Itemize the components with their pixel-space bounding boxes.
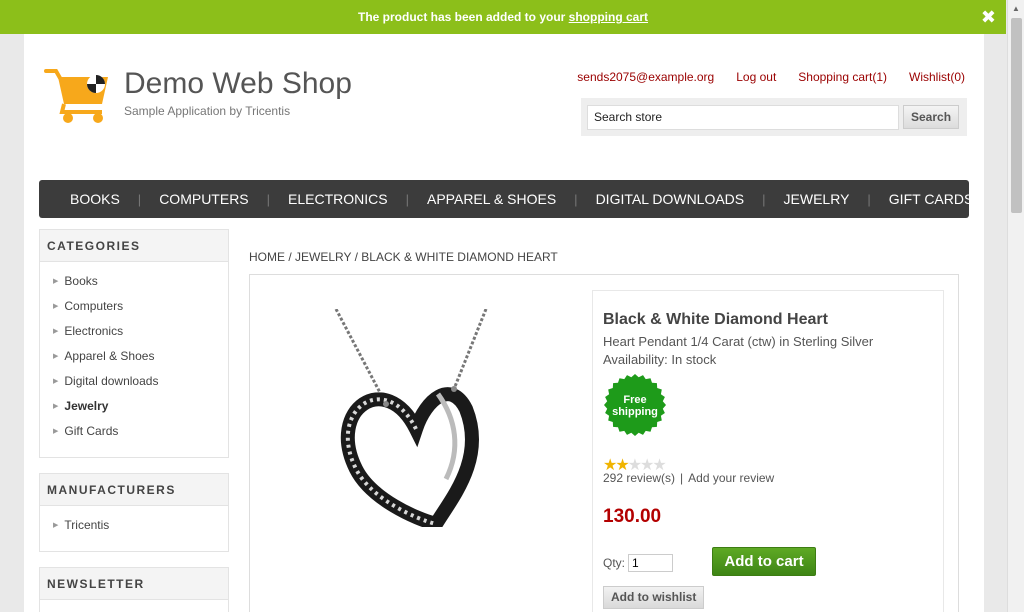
category-item-books[interactable]: ▶ Books bbox=[53, 269, 228, 294]
triangle-right-icon: ▶ bbox=[53, 353, 59, 360]
menu-item-digital-downloads[interactable]: DIGITAL DOWNLOADS bbox=[578, 180, 763, 218]
manufacturer-item-tricentis[interactable]: ▶ Tricentis bbox=[53, 513, 228, 538]
breadcrumb-current: BLACK & WHITE DIAMOND HEART bbox=[361, 250, 558, 264]
scrollbar-thumb[interactable] bbox=[1011, 18, 1022, 213]
product-image[interactable] bbox=[326, 309, 496, 527]
reviews-line: 292 review(s) | Add your review bbox=[603, 471, 774, 485]
category-item-computers[interactable]: ▶ Computers bbox=[53, 294, 228, 319]
close-icon[interactable]: ✖ bbox=[981, 0, 996, 34]
menu-item-gift-cards[interactable]: GIFT CARDS bbox=[871, 180, 992, 218]
shopping-cart-link[interactable]: Shopping cart(1) bbox=[798, 70, 887, 84]
triangle-right-icon: ▶ bbox=[53, 278, 59, 285]
triangle-right-icon: ▶ bbox=[53, 378, 59, 385]
triangle-right-icon: ▶ bbox=[53, 428, 59, 435]
newsletter-title: NEWSLETTER bbox=[40, 568, 228, 600]
product-short-description: Heart Pendant 1/4 Carat (ctw) in Sterlin… bbox=[603, 334, 874, 349]
menu-item-books[interactable]: BOOKS bbox=[52, 180, 138, 218]
triangle-right-icon: ▶ bbox=[53, 328, 59, 335]
free-shipping-text-2: shipping bbox=[612, 406, 658, 418]
notification-text: The product has been added to your bbox=[357, 10, 569, 24]
product-overview: Black & White Diamond Heart Heart Pendan… bbox=[592, 290, 944, 612]
vertical-scrollbar[interactable]: ▲ bbox=[1007, 0, 1024, 612]
breadcrumb: HOME / JEWELRY / BLACK & WHITE DIAMOND H… bbox=[249, 250, 558, 264]
product-availability: Availability: In stock bbox=[603, 352, 717, 367]
reviews-link[interactable]: 292 review(s) bbox=[603, 471, 675, 485]
breadcrumb-jewelry[interactable]: JEWELRY bbox=[295, 250, 351, 264]
product-details: Black & White Diamond Heart Heart Pendan… bbox=[249, 274, 959, 612]
category-item-jewelry[interactable]: ▶ Jewelry bbox=[53, 394, 228, 419]
notification-bar: The product has been added to your shopp… bbox=[0, 0, 1006, 34]
manufacturers-title: MANUFACTURERS bbox=[40, 474, 228, 506]
menu-item-apparel-shoes[interactable]: APPAREL & SHOES bbox=[409, 180, 574, 218]
triangle-right-icon: ▶ bbox=[53, 522, 59, 529]
wishlist-link[interactable]: Wishlist(0) bbox=[909, 70, 965, 84]
logo-title: Demo Web Shop bbox=[124, 67, 352, 100]
account-link[interactable]: sends2075@example.org bbox=[577, 70, 714, 84]
search-input[interactable] bbox=[587, 104, 899, 130]
menu-item-electronics[interactable]: ELECTRONICS bbox=[270, 180, 406, 218]
category-item-digital-downloads[interactable]: ▶ Digital downloads bbox=[53, 369, 228, 394]
menu-item-jewelry[interactable]: JEWELRY bbox=[766, 180, 868, 218]
manufacturers-block: MANUFACTURERS ▶ Tricentis bbox=[39, 473, 229, 552]
free-shipping-text-1: Free bbox=[623, 394, 646, 406]
reviews-separator: | bbox=[680, 471, 684, 485]
categories-block: CATEGORIES ▶ Books ▶ Computers ▶ Electronic… bbox=[39, 229, 229, 458]
breadcrumb-separator: / bbox=[351, 250, 362, 264]
search-box: Search bbox=[581, 98, 967, 136]
quantity-row: Qty: bbox=[603, 554, 674, 572]
page-container: Demo Web Shop Sample Application by Tric… bbox=[24, 34, 984, 612]
add-review-link[interactable]: Add your review bbox=[688, 471, 774, 485]
site-logo[interactable]: Demo Web Shop Sample Application by Tric… bbox=[44, 66, 352, 124]
logout-link[interactable]: Log out bbox=[736, 70, 776, 84]
free-shipping-badge: Free shipping bbox=[604, 374, 666, 436]
shopping-cart-logo-icon bbox=[44, 69, 108, 123]
logo-subtitle: Sample Application by Tricentis bbox=[124, 104, 291, 118]
menu-item-computers[interactable]: COMPUTERS bbox=[141, 180, 266, 218]
top-menu: BOOKS | COMPUTERS | ELECTRONICS | APPAREL &… bbox=[39, 180, 973, 218]
notification-cart-link[interactable]: shopping cart bbox=[569, 10, 648, 24]
add-to-cart-button[interactable]: Add to cart bbox=[712, 547, 816, 576]
qty-label: Qty: bbox=[603, 556, 626, 570]
triangle-right-icon: ▶ bbox=[53, 403, 59, 410]
product-price: 130.00 bbox=[603, 506, 662, 527]
category-item-electronics[interactable]: ▶ Electronics bbox=[53, 319, 228, 344]
category-item-apparel-shoes[interactable]: ▶ Apparel & Shoes bbox=[53, 344, 228, 369]
newsletter-block: NEWSLETTER bbox=[39, 567, 229, 612]
qty-input[interactable] bbox=[628, 554, 674, 572]
category-item-gift-cards[interactable]: ▶ Gift Cards bbox=[53, 419, 228, 444]
header-links: sends2075@example.org Log out Shopping c… bbox=[577, 70, 965, 84]
search-button[interactable]: Search bbox=[903, 105, 960, 129]
add-to-wishlist-button[interactable]: Add to wishlist bbox=[603, 586, 705, 609]
triangle-right-icon: ▶ bbox=[53, 303, 59, 310]
scroll-up-arrow-icon[interactable]: ▲ bbox=[1008, 0, 1024, 17]
categories-title: CATEGORIES bbox=[40, 230, 228, 262]
breadcrumb-home[interactable]: HOME bbox=[249, 250, 285, 264]
breadcrumb-separator: / bbox=[285, 250, 296, 264]
product-name: Black & White Diamond Heart bbox=[603, 311, 828, 328]
